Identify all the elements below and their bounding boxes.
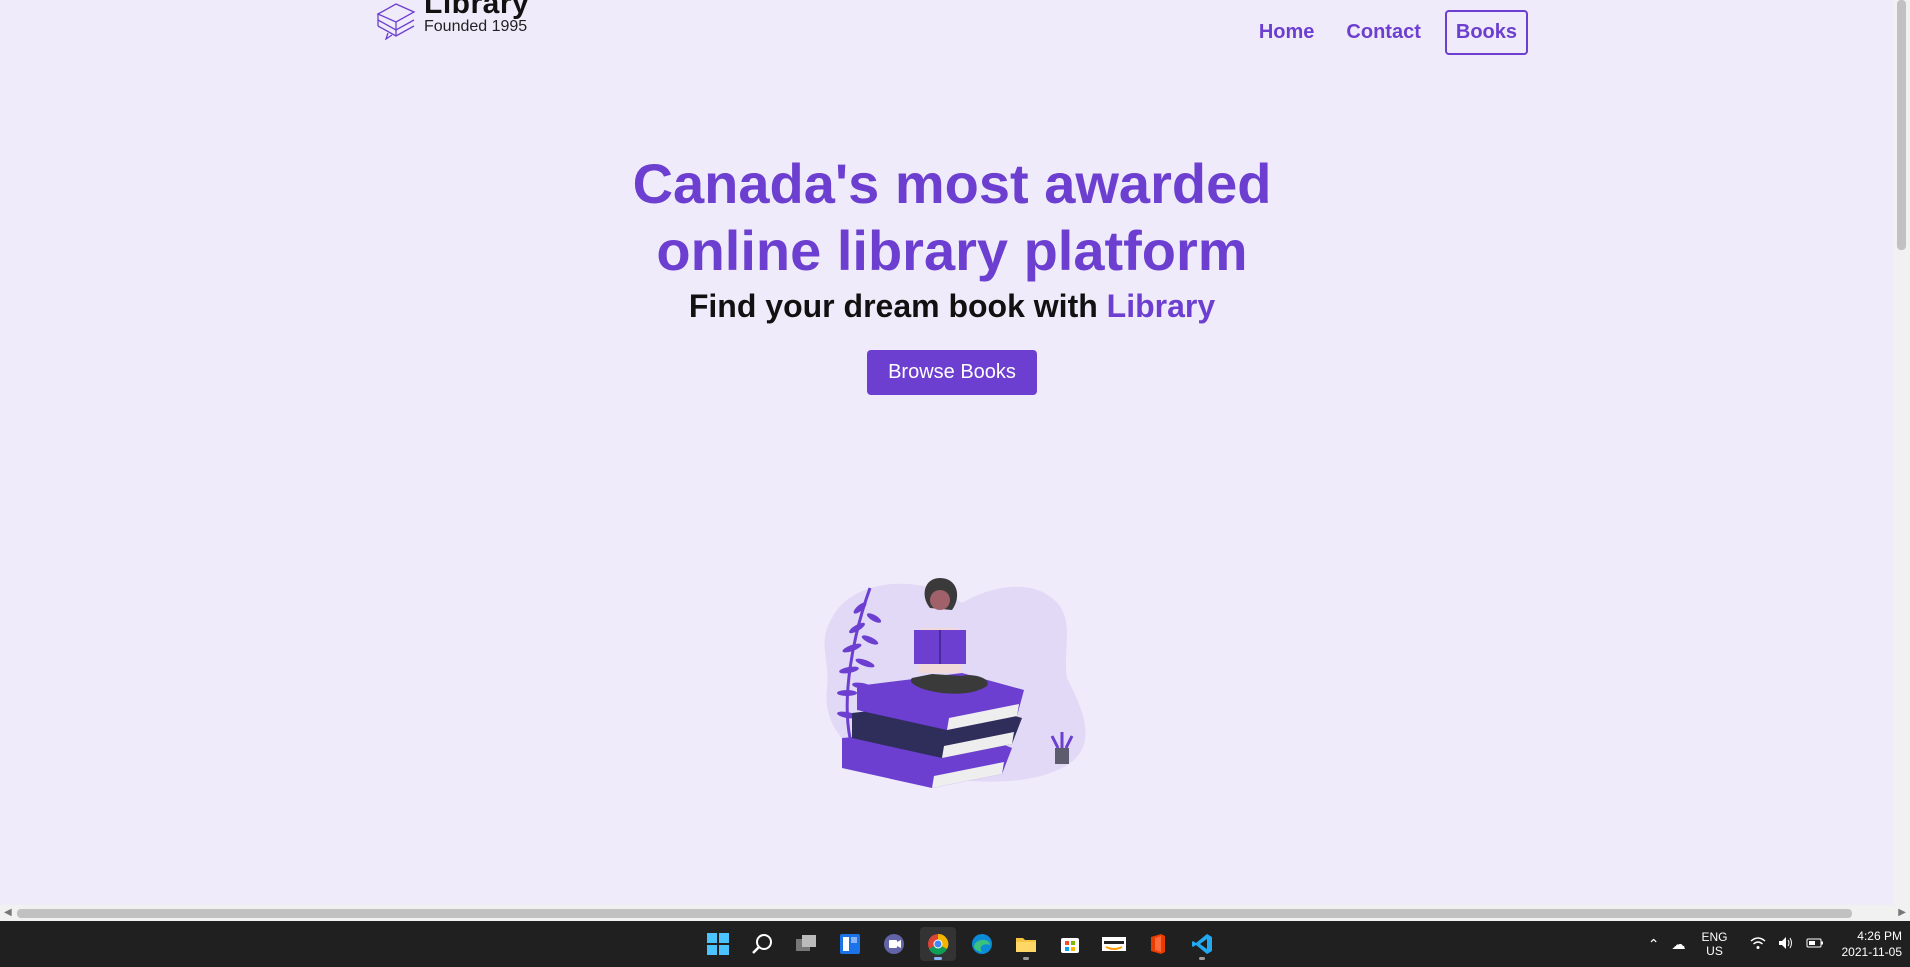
hero-subtitle-prefix: Find your dream book with: [688, 288, 1107, 324]
main-nav: Home Contact Books: [1249, 10, 1528, 55]
reading-woman-illustration: [824, 578, 1086, 788]
onedrive-cloud-icon[interactable]: ☁: [1671, 936, 1685, 953]
amazon-icon[interactable]: [1096, 927, 1132, 961]
chrome-running-indicator: [934, 957, 942, 960]
teams-chat-icon[interactable]: [876, 927, 912, 961]
brand-tagline: Founded 1995: [424, 18, 528, 35]
clock-date: 2021-11-05: [1841, 945, 1903, 959]
horizontal-scrollbar[interactable]: ◀ ▶: [0, 905, 1910, 921]
brand-name: Library: [424, 0, 530, 20]
widgets-icon[interactable]: [832, 927, 868, 961]
nav-books-link[interactable]: Books: [1444, 10, 1528, 55]
vscode-running-indicator: [1199, 957, 1205, 960]
microsoft-store-icon[interactable]: [1052, 927, 1088, 961]
windows-start-icon[interactable]: [700, 927, 736, 961]
vertical-scrollbar[interactable]: [1893, 0, 1910, 905]
explorer-running-indicator: [1023, 957, 1029, 960]
task-view-icon[interactable]: [788, 927, 824, 961]
horizontal-scrollbar-thumb[interactable]: [17, 909, 1852, 918]
hero-section: Canada's most awarded online library pla…: [0, 150, 1904, 395]
browser-viewport: Library Founded 1995 Home Contact Books …: [0, 0, 1910, 905]
search-icon[interactable]: [744, 927, 780, 961]
taskbar-apps: [700, 927, 1220, 961]
file-explorer-icon[interactable]: [1008, 927, 1044, 961]
clock-time: 4:26 PM: [1857, 929, 1902, 943]
scroll-right-icon[interactable]: ▶: [1898, 907, 1906, 918]
nav-home-link[interactable]: Home: [1249, 13, 1325, 52]
hero-title: Canada's most awarded online library pla…: [0, 150, 1904, 284]
system-tray: ⌃ ☁ ENG US 4:26 PM 2021-11-05: [1642, 921, 1910, 967]
clock[interactable]: 4:26 PM 2021-11-05: [1842, 928, 1903, 960]
edge-icon[interactable]: [964, 927, 1000, 961]
volume-icon[interactable]: [1778, 936, 1794, 953]
language-indicator[interactable]: ENG US: [1701, 930, 1727, 958]
hero-subtitle-accent: Library: [1106, 288, 1216, 324]
vertical-scrollbar-thumb[interactable]: [1897, 0, 1906, 250]
nav-contact-link[interactable]: Contact: [1336, 13, 1430, 52]
browse-books-button[interactable]: Browse Books: [867, 350, 1037, 395]
language-code: ENG: [1701, 930, 1728, 944]
wifi-icon[interactable]: [1750, 936, 1766, 953]
language-region: US: [1706, 944, 1723, 958]
hero-subtitle: Find your dream book with Library: [0, 287, 1904, 325]
hero-title-line2: online library platform: [656, 219, 1248, 282]
taskbar: ⌃ ☁ ENG US 4:26 PM 2021-11-05: [0, 921, 1910, 967]
hero-title-line1: Canada's most awarded: [632, 152, 1272, 215]
battery-icon[interactable]: [1806, 936, 1824, 952]
office-icon[interactable]: [1140, 927, 1176, 961]
scroll-left-icon[interactable]: ◀: [4, 907, 12, 918]
chevron-up-icon[interactable]: ⌃: [1648, 936, 1660, 953]
vscode-icon[interactable]: [1184, 927, 1220, 961]
stacked-books-icon: [376, 3, 416, 40]
brand[interactable]: Library Founded 1995: [374, 0, 529, 44]
chrome-icon[interactable]: [920, 927, 956, 961]
